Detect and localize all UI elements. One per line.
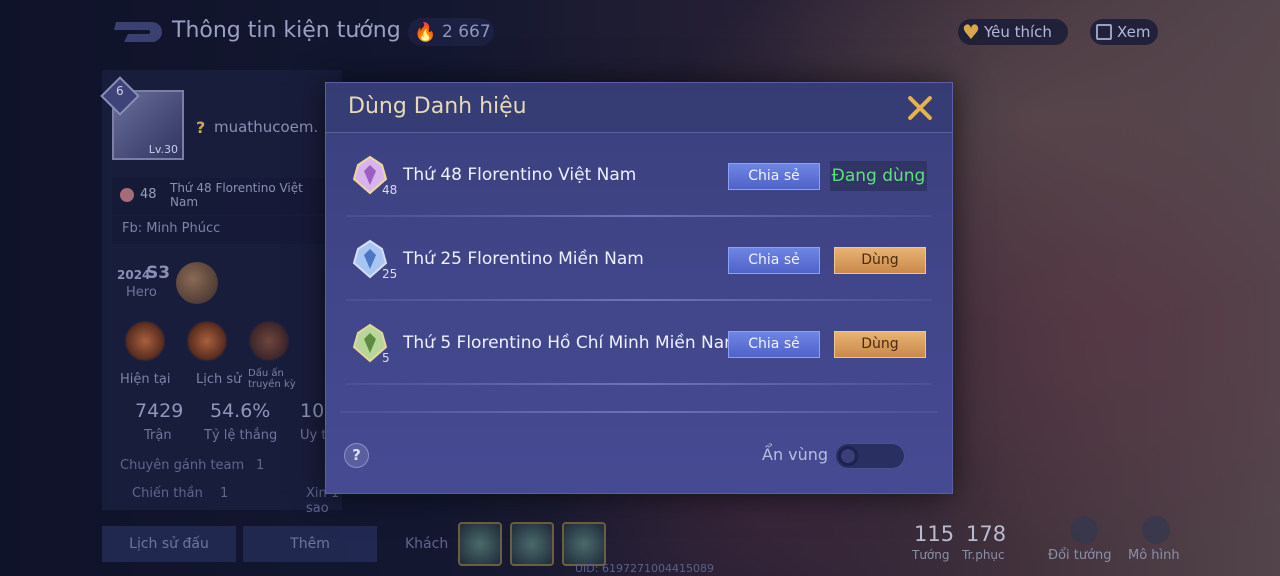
title-text: Thứ 48 Florentino Việt Nam xyxy=(170,181,303,209)
swap-hero-button[interactable]: Đổi tướng xyxy=(1048,516,1118,566)
season-hero-avatar xyxy=(176,262,218,304)
rank-label-history: Lịch sử xyxy=(196,372,242,387)
share-button[interactable]: Chia sẻ xyxy=(728,247,820,274)
team-count: 1 xyxy=(256,458,265,473)
winrate-value: 54.6% xyxy=(210,400,271,422)
guest-avatar-2[interactable] xyxy=(510,522,554,566)
use-title-modal: Dùng Danh hiệu 48 Thứ 48 Florentino Việt… xyxy=(325,82,953,494)
title-name: Thứ 48 Florentino Việt Nam xyxy=(403,165,637,185)
guest-icons xyxy=(458,522,608,566)
use-button[interactable]: Dùng xyxy=(834,331,926,358)
equipped-title-row[interactable]: 48 Thứ 48 Florentino Việt Nam xyxy=(112,178,334,214)
title-item: 5 Thứ 5 Florentino Hồ Chí Minh Miền Nam … xyxy=(346,301,932,385)
heart-icon: ♥ xyxy=(962,20,980,44)
footer-divider xyxy=(340,411,938,413)
currency-display: 🔥 2 667 xyxy=(408,18,494,46)
view-button[interactable]: Xem xyxy=(1090,19,1158,45)
in-use-status: Đang dùng xyxy=(830,161,927,191)
history-rank-icon[interactable] xyxy=(186,320,228,362)
model-button[interactable]: Mô hình xyxy=(1128,516,1188,566)
heroes-count: 115 xyxy=(914,522,955,546)
signature-text: Fb: Minh Phúcc xyxy=(112,216,334,244)
model-icon xyxy=(1142,516,1170,544)
rank-label-current: Hiện tại xyxy=(120,372,171,387)
page-title: Thông tin kiện tướng xyxy=(172,18,401,43)
favorite-button[interactable]: ♥ Yêu thích xyxy=(958,19,1068,45)
hide-region-toggle[interactable] xyxy=(835,443,905,469)
modal-header: Dùng Danh hiệu xyxy=(326,83,952,133)
skins-label: Tr.phục xyxy=(962,548,1005,562)
guest-avatar-3[interactable] xyxy=(562,522,606,566)
avatar[interactable]: 6 Lv.30 xyxy=(100,76,184,160)
question-mark-icon: ? xyxy=(196,118,206,137)
view-icon xyxy=(1096,24,1112,40)
title-item: 25 Thứ 25 Florentino Miền Nam Chia sẻ Dù… xyxy=(346,217,932,301)
title-item: 48 Thứ 48 Florentino Việt Nam Chia sẻ Đa… xyxy=(346,133,932,217)
model-label: Mô hình xyxy=(1128,548,1180,563)
current-rank-icon[interactable] xyxy=(124,320,166,362)
share-button[interactable]: Chia sẻ xyxy=(728,331,820,358)
heroes-label: Tướng xyxy=(912,548,950,562)
collection-stats: 115 Tướng 178 Tr.phục xyxy=(900,518,1020,566)
reputation-value: 10 xyxy=(300,400,325,422)
guest-label: Khách xyxy=(405,536,449,552)
legend-mark-icon[interactable] xyxy=(248,320,290,362)
guest-avatar-1[interactable] xyxy=(458,522,502,566)
view-label: Xem xyxy=(1117,23,1151,41)
matches-value: 7429 xyxy=(135,400,184,422)
fire-icon: 🔥 xyxy=(414,21,437,43)
swap-hero-label: Đổi tướng xyxy=(1048,548,1112,563)
help-button[interactable]: ? xyxy=(344,443,369,468)
title-number: 48 xyxy=(140,187,157,202)
title-emblem-icon xyxy=(120,188,134,202)
more-button[interactable]: Thêm xyxy=(243,526,377,562)
rank-label-legend: Dấu ấn truyền kỳ xyxy=(248,368,296,390)
avatar-level: Lv.30 xyxy=(148,143,178,156)
hide-region-label: Ẩn vùng xyxy=(762,445,829,464)
player-name: muathucoem. xyxy=(214,118,319,136)
title-rank-number: 5 xyxy=(382,351,390,365)
matches-label: Trận xyxy=(144,428,172,443)
skins-count: 178 xyxy=(966,522,1007,546)
combat-label: Chiến thần xyxy=(132,486,203,501)
uid-text: UID: 6197271004415089 xyxy=(575,562,714,575)
top-bar: Thông tin kiện tướng 🔥 2 667 ♥ Yêu thích… xyxy=(0,0,1280,64)
winrate-label: Tỷ lệ thắng xyxy=(204,428,278,443)
share-button[interactable]: Chia sẻ xyxy=(728,163,820,190)
rank-level: 6 xyxy=(116,84,124,98)
rank-labels: Hiện tại Lịch sử Dấu ấn truyền kỳ xyxy=(112,368,342,396)
title-name: Thứ 25 Florentino Miền Nam xyxy=(403,249,644,269)
close-icon[interactable] xyxy=(906,94,934,122)
favorite-label: Yêu thích xyxy=(983,23,1052,41)
title-name: Thứ 5 Florentino Hồ Chí Minh Miền Nam xyxy=(403,333,741,353)
item-divider xyxy=(346,383,932,385)
profile-panel: 6 Lv.30 ? muathucoem. 48 Thứ 48 Florenti… xyxy=(100,70,342,516)
modal-title: Dùng Danh hiệu xyxy=(348,94,527,119)
season-tier: Hero xyxy=(126,285,157,300)
match-history-button[interactable]: Lịch sử đấu xyxy=(102,526,236,562)
use-button[interactable]: Dùng xyxy=(834,247,926,274)
currency-value: 2 667 xyxy=(442,22,491,42)
reputation-label: Uy t xyxy=(300,428,327,443)
back-arrow-icon xyxy=(114,22,162,42)
season-code: S3 xyxy=(146,263,171,283)
title-rank-number: 48 xyxy=(382,183,398,197)
stats-row: 7429 Trận 54.6% Tỷ lệ thắng 10 Uy t xyxy=(102,400,342,450)
toggle-knob xyxy=(838,446,858,466)
back-button[interactable] xyxy=(100,18,162,46)
combat-count: 1 xyxy=(220,486,229,501)
team-label: Chuyên gánh team xyxy=(120,458,245,473)
title-rank-number: 25 xyxy=(382,267,398,281)
swap-hero-icon xyxy=(1070,516,1098,544)
